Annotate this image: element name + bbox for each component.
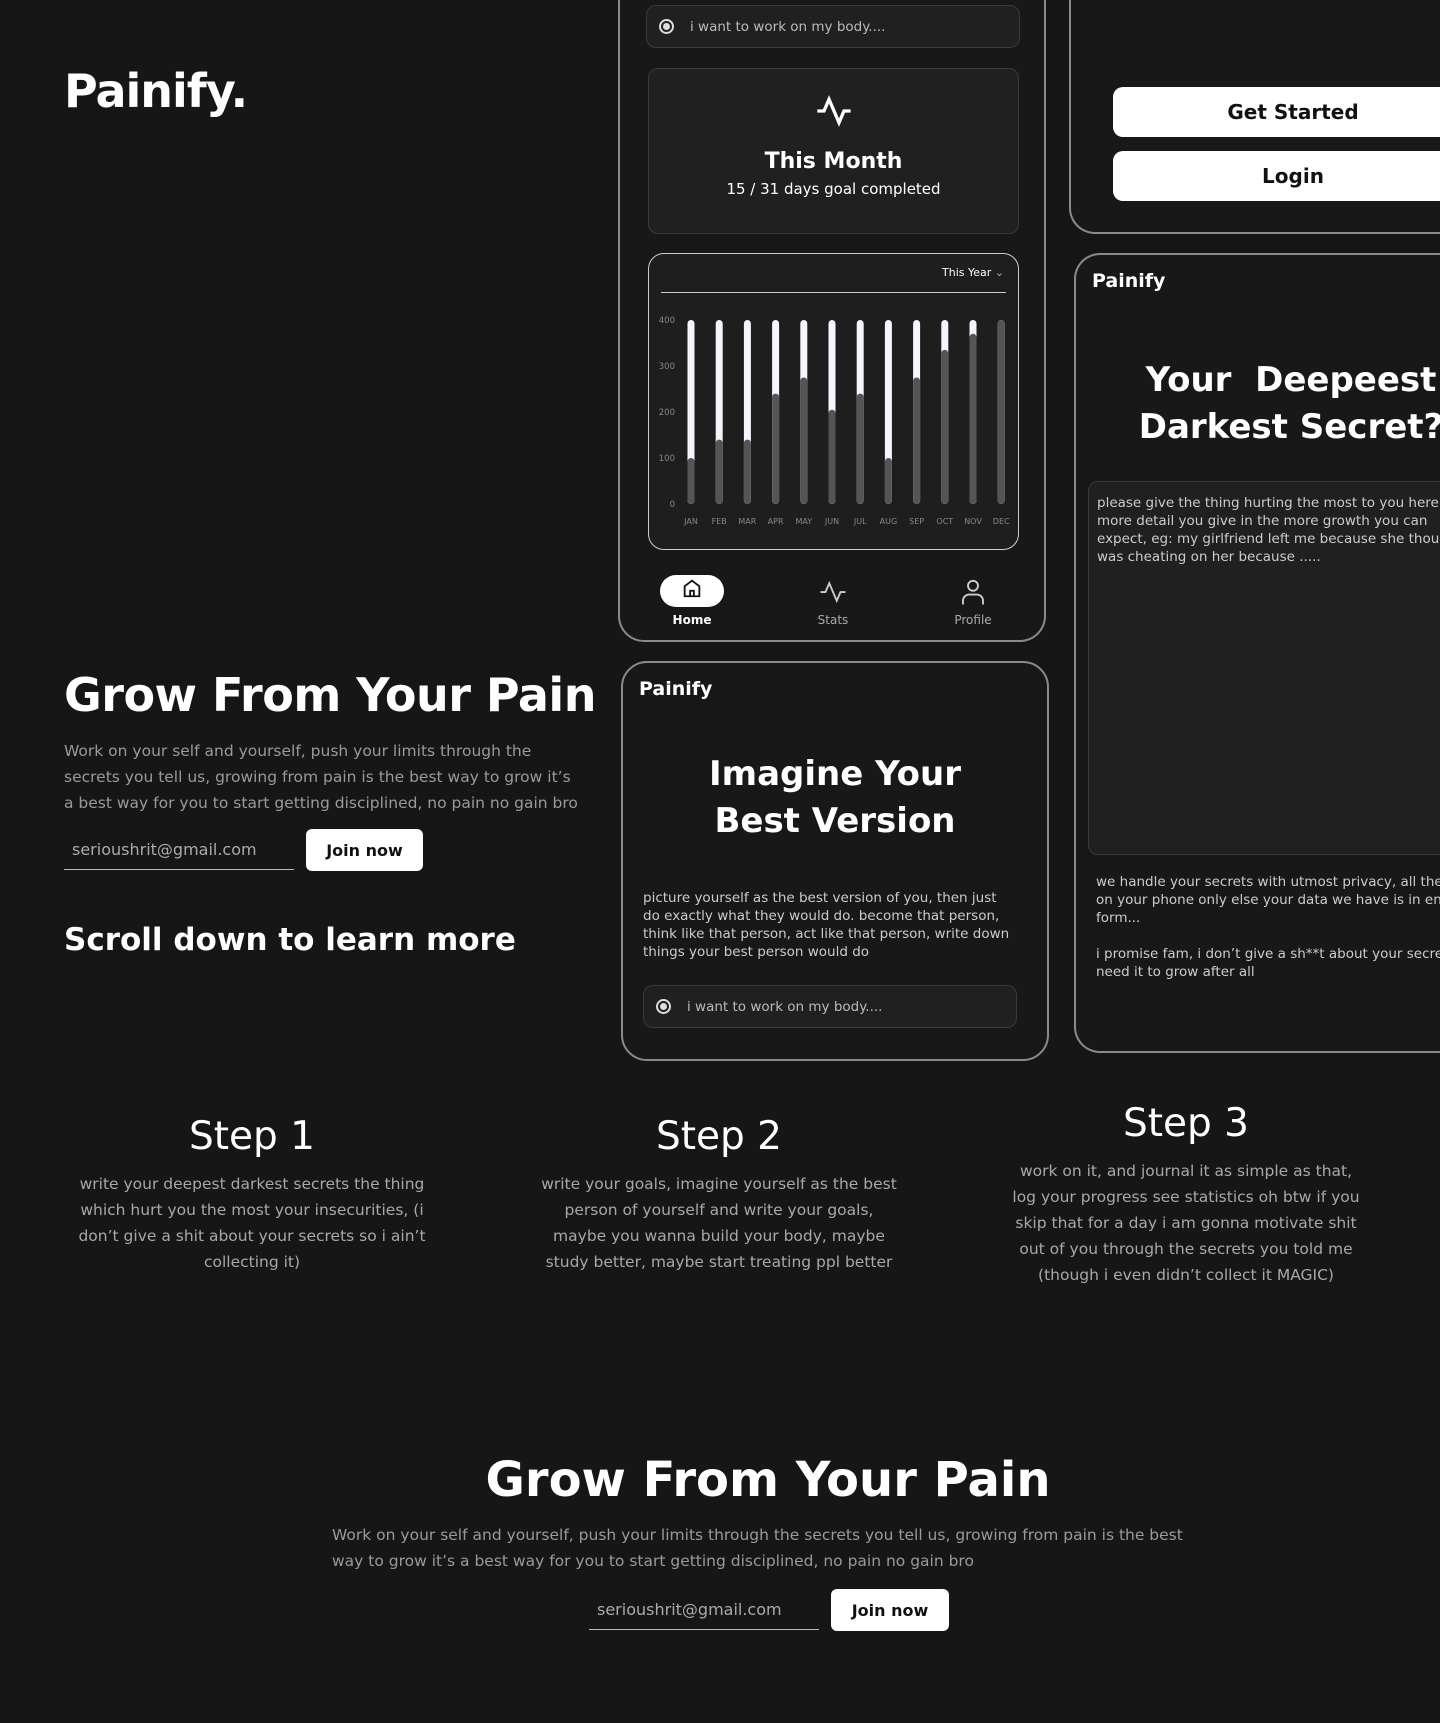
goal-input-text: i want to work on my body....	[687, 998, 883, 1015]
radio-icon[interactable]	[656, 999, 671, 1014]
bar	[941, 349, 949, 504]
step-2: Step 2 write your goals, imagine yourself…	[539, 1114, 899, 1275]
step-1: Step 1 write your deepest darkest secrets…	[72, 1114, 432, 1275]
activity-icon	[816, 95, 851, 127]
bar	[969, 333, 977, 504]
y-tick-label: 100	[659, 454, 675, 464]
x-tick-label: DEC	[993, 517, 1010, 526]
bar	[913, 377, 921, 504]
secret-textarea[interactable]	[1088, 481, 1440, 855]
radio-icon[interactable]	[659, 19, 674, 34]
chevron-down-icon: ⌄	[994, 266, 1004, 279]
step-text: write your deepest darkest secrets the t…	[78, 1175, 426, 1271]
logo[interactable]: Painify.	[64, 64, 248, 118]
y-tick-label: 300	[659, 362, 675, 372]
get-started-button[interactable]: Get Started	[1113, 87, 1440, 137]
bar	[884, 458, 892, 504]
nav-home[interactable]: Home	[652, 575, 732, 627]
footer-email-input[interactable]	[589, 1590, 819, 1630]
stats-phone-card: i want to work on my body.... This Month…	[618, 0, 1046, 642]
month-subtitle: 15 / 31 days goal completed	[726, 180, 941, 198]
x-tick-label: JUL	[853, 517, 867, 526]
card-brand: Painify	[639, 678, 713, 700]
home-icon	[683, 579, 701, 598]
email-input[interactable]	[64, 830, 294, 870]
x-tick-label: SEP	[909, 517, 924, 526]
bar	[687, 458, 695, 504]
activity-icon	[820, 580, 846, 604]
bar	[772, 393, 780, 504]
bar	[828, 409, 836, 504]
x-tick-label: MAR	[738, 517, 756, 526]
month-title: This Month	[764, 149, 903, 174]
card-title: Imagine Your Best Version	[709, 754, 961, 841]
x-tick-label: OCT	[936, 517, 953, 526]
promise-note: i promise fam, i don’t give a sh**t abou…	[1096, 946, 1440, 980]
scroll-hint: Scroll down to learn more	[64, 922, 516, 958]
user-icon	[962, 579, 984, 605]
bar	[856, 393, 864, 504]
footer-title: Grow From Your Pain	[485, 1452, 1051, 1508]
chart-card: This Year ⌄ 0 100 200 300 400 JAN FEB MAR APR MAY…	[648, 253, 1019, 550]
y-tick-label: 200	[659, 408, 675, 418]
goal-input[interactable]: i want to work on my body....	[646, 5, 1020, 48]
y-tick-label: 400	[659, 316, 675, 326]
login-button[interactable]: Login	[1113, 151, 1440, 201]
bar	[743, 439, 751, 504]
x-tick-label: FEB	[712, 517, 727, 526]
bar-chart: 0 100 200 300 400 JAN FEB MAR APR MAY JUN JUL AUG SEP…	[659, 316, 1010, 526]
y-tick-label: 0	[670, 500, 675, 510]
card-text: picture yourself as the best version of …	[643, 890, 1010, 960]
nav-stats[interactable]: Stats	[793, 577, 873, 627]
goal-input[interactable]: i want to work on my body....	[643, 985, 1017, 1028]
x-tick-label: JAN	[683, 517, 698, 526]
join-now-button[interactable]: Join now	[306, 829, 423, 871]
bar	[715, 439, 723, 504]
privacy-note: we handle your secrets with utmost priva…	[1096, 874, 1440, 926]
x-tick-label: APR	[768, 517, 784, 526]
chart-divider	[661, 292, 1006, 293]
card-brand: Painify	[1092, 270, 1166, 292]
hero-text: Work on your self and yourself, push you…	[64, 742, 578, 812]
footer-text: Work on your self and yourself, push you…	[332, 1526, 1183, 1570]
x-tick-label: JUN	[824, 517, 839, 526]
card-title: Your Deepeest Darkest Secret?	[1138, 360, 1440, 447]
step-text: work on it, and journal it as simple as …	[1012, 1162, 1360, 1284]
x-tick-label: MAY	[795, 517, 812, 526]
period-select[interactable]: This Year ⌄	[942, 266, 1004, 279]
nav-profile[interactable]: Profile	[933, 577, 1013, 627]
secret-phone-card: Painify Your Deepeest Darkest Secret? we…	[1074, 253, 1440, 1053]
bar	[997, 320, 1005, 504]
auth-card: Get Started Login	[1069, 0, 1440, 234]
step-text: write your goals, imagine yourself as th…	[541, 1175, 897, 1271]
step-3: Step 3 work on it, and journal it as simp…	[1006, 1101, 1366, 1288]
x-tick-label: NOV	[964, 517, 982, 526]
goal-input-text: i want to work on my body....	[690, 18, 886, 35]
step-title: Step 3	[1122, 1101, 1249, 1146]
step-title: Step 2	[655, 1114, 782, 1159]
vision-phone-card: Painify Imagine Your Best Version pictur…	[621, 661, 1049, 1061]
step-title: Step 1	[188, 1114, 315, 1159]
month-summary-card: This Month 15 / 31 days goal completed	[648, 68, 1019, 234]
footer-join-now-button[interactable]: Join now	[831, 1589, 949, 1631]
x-tick-label: AUG	[880, 517, 898, 526]
hero-title: Grow From Your Pain	[64, 668, 596, 722]
bar	[800, 377, 808, 504]
